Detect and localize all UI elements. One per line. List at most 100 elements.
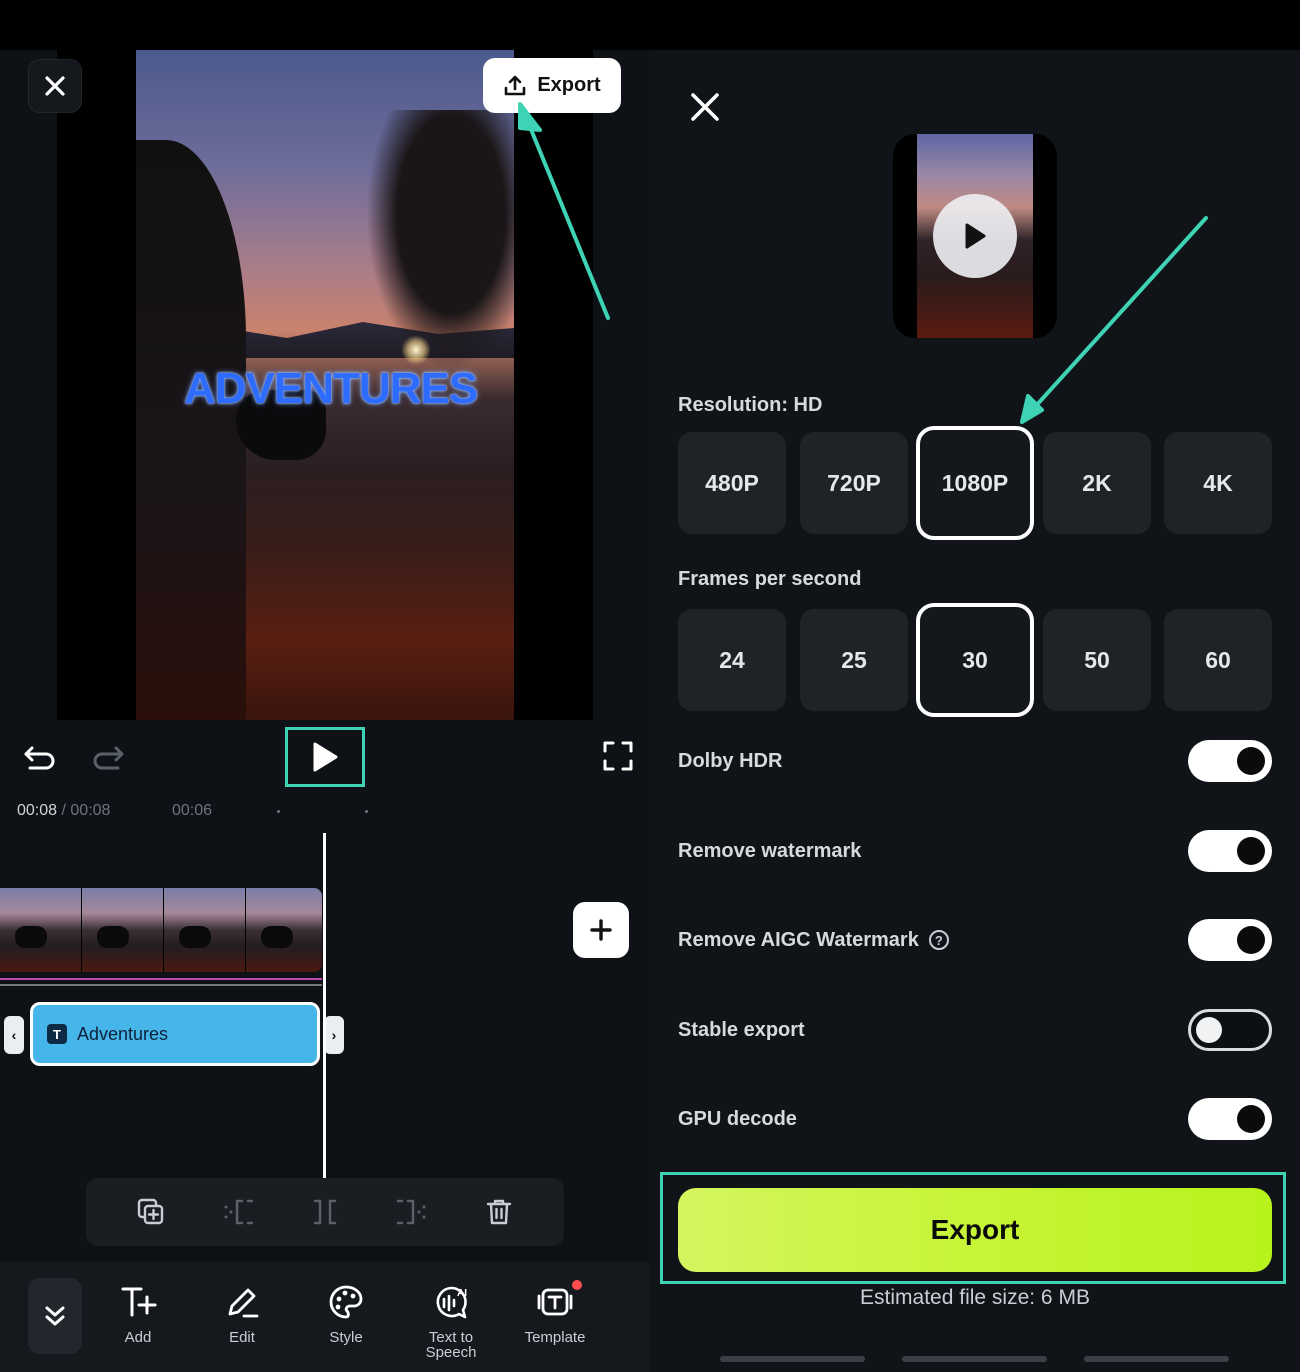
dolby-hdr-switch[interactable] [1188,740,1272,782]
close-icon [45,76,65,96]
export-top-label: Export [537,74,601,96]
time-separator: / [57,802,71,819]
fullscreen-icon[interactable] [602,740,634,772]
export-panel: Resolution: HD 480P 720P 1080P 2K 4K Fra… [650,50,1300,1372]
undo-icon[interactable] [22,738,58,774]
video-clip-track[interactable] [0,888,322,972]
export-button-top[interactable]: Export [483,58,621,113]
clip-thumbnail [164,888,246,972]
track-divider [0,984,322,986]
playback-controls [0,726,650,790]
resolution-2k[interactable]: 2K [1043,432,1151,534]
palette-icon [326,1282,366,1322]
duplicate-icon [138,1198,164,1225]
text-add-icon [118,1282,158,1322]
dolby-hdr-label: Dolby HDR [678,749,783,772]
streetlight [401,335,431,365]
video-overlay-text[interactable]: ADVENTURES [184,364,478,414]
text-clip[interactable]: T Adventures [30,1002,320,1066]
close-editor-button[interactable] [28,59,82,113]
trim-start-button[interactable] [220,1194,256,1230]
nav-style[interactable]: Style [301,1282,391,1345]
text-clip-right-handle[interactable]: › [324,1016,344,1054]
text-clip-label: Adventures [77,1023,169,1044]
nav-template-label: Template [524,1329,586,1346]
pen-icon [222,1282,262,1322]
chevron-double-down-icon [45,1306,65,1326]
fps-30[interactable]: 30 [916,603,1034,717]
duplicate-button[interactable] [133,1194,169,1230]
remove-watermark-switch[interactable] [1188,830,1272,872]
split-icon [313,1199,337,1225]
collapse-button[interactable] [28,1278,82,1354]
toggle-row-gpu-decode: GPU decode [678,1094,1272,1144]
fps-60[interactable]: 60 [1164,609,1272,711]
video-preview[interactable]: ADVENTURES [136,50,514,720]
svg-text:AI: AI [457,1288,467,1299]
close-icon[interactable] [688,90,722,124]
nav-style-label: Style [329,1329,363,1346]
export-button[interactable]: Export [678,1188,1272,1272]
play-icon [313,742,338,772]
toggle-row-stable-export: Stable export [678,1005,1272,1055]
nav-edit[interactable]: Edit [197,1282,287,1345]
clip-thumbnail [82,888,164,972]
playhead[interactable] [323,833,326,1178]
toggle-row-remove-aigc-watermark: Remove AIGC Watermark ? [678,915,1272,965]
nav-text-to-speech[interactable]: AI Text to Speech [405,1282,497,1360]
resolution-label: Resolution: HD [678,394,823,416]
plus-icon [590,919,612,941]
resolution-1080p[interactable]: 1080P [916,426,1034,540]
gpu-decode-label: GPU decode [678,1107,797,1130]
resolution-4k[interactable]: 4K [1164,432,1272,534]
switch-knob [1196,1017,1222,1043]
nav-text-to-speech-label: Text to Speech [425,1329,477,1361]
upload-icon [505,75,526,95]
timeline-dot [365,810,368,813]
text-badge-icon: T [47,1024,67,1044]
trash-icon [486,1199,511,1225]
tree-silhouette [366,110,514,370]
resolution-480p[interactable]: 480P [678,432,786,534]
stable-export-switch[interactable] [1188,1009,1272,1051]
trim-end-button[interactable] [394,1194,430,1230]
help-icon[interactable]: ? [928,930,949,950]
toggle-row-dolby-hdr: Dolby HDR [678,736,1272,786]
redo-icon[interactable] [90,738,126,774]
switch-knob [1237,926,1265,954]
export-preview-thumbnail[interactable] [893,134,1057,338]
preview-play-button[interactable] [933,194,1017,278]
toggle-row-remove-watermark: Remove watermark [678,826,1272,876]
car-silhouette [136,140,246,720]
play-button[interactable] [285,727,365,787]
status-bar [0,0,1300,50]
gpu-decode-switch[interactable] [1188,1098,1272,1140]
ai-speech-icon: AI [431,1282,471,1322]
timeline-dot [277,810,280,813]
resolution-720p[interactable]: 720P [800,432,908,534]
remove-aigc-watermark-switch[interactable] [1188,919,1272,961]
fps-50[interactable]: 50 [1043,609,1151,711]
nav-template[interactable]: Template [510,1282,600,1345]
timeline-tick: 00:06 [172,802,213,819]
switch-knob [1237,837,1265,865]
add-clip-button[interactable] [573,902,629,958]
remove-aigc-watermark-label: Remove AIGC Watermark [678,928,919,951]
text-clip-left-handle[interactable]: ‹ [4,1016,24,1054]
notification-dot [572,1280,582,1290]
delete-button[interactable] [481,1194,517,1230]
current-time: 00:08 [17,802,58,819]
page-indicator [902,1356,1047,1362]
split-button[interactable] [307,1194,343,1230]
text-clip-track: ‹ T Adventures › [4,1000,346,1068]
nav-add-label: Add [124,1329,152,1346]
nav-add[interactable]: Add [93,1282,183,1345]
clip-thumbnail [0,888,82,972]
fps-24[interactable]: 24 [678,609,786,711]
page-indicator [1084,1356,1229,1362]
total-time: 00:08 [70,802,111,819]
stable-export-label: Stable export [678,1018,805,1041]
template-icon [535,1282,575,1322]
estimated-file-size: Estimated file size: 6 MB [860,1286,1090,1309]
fps-25[interactable]: 25 [800,609,908,711]
